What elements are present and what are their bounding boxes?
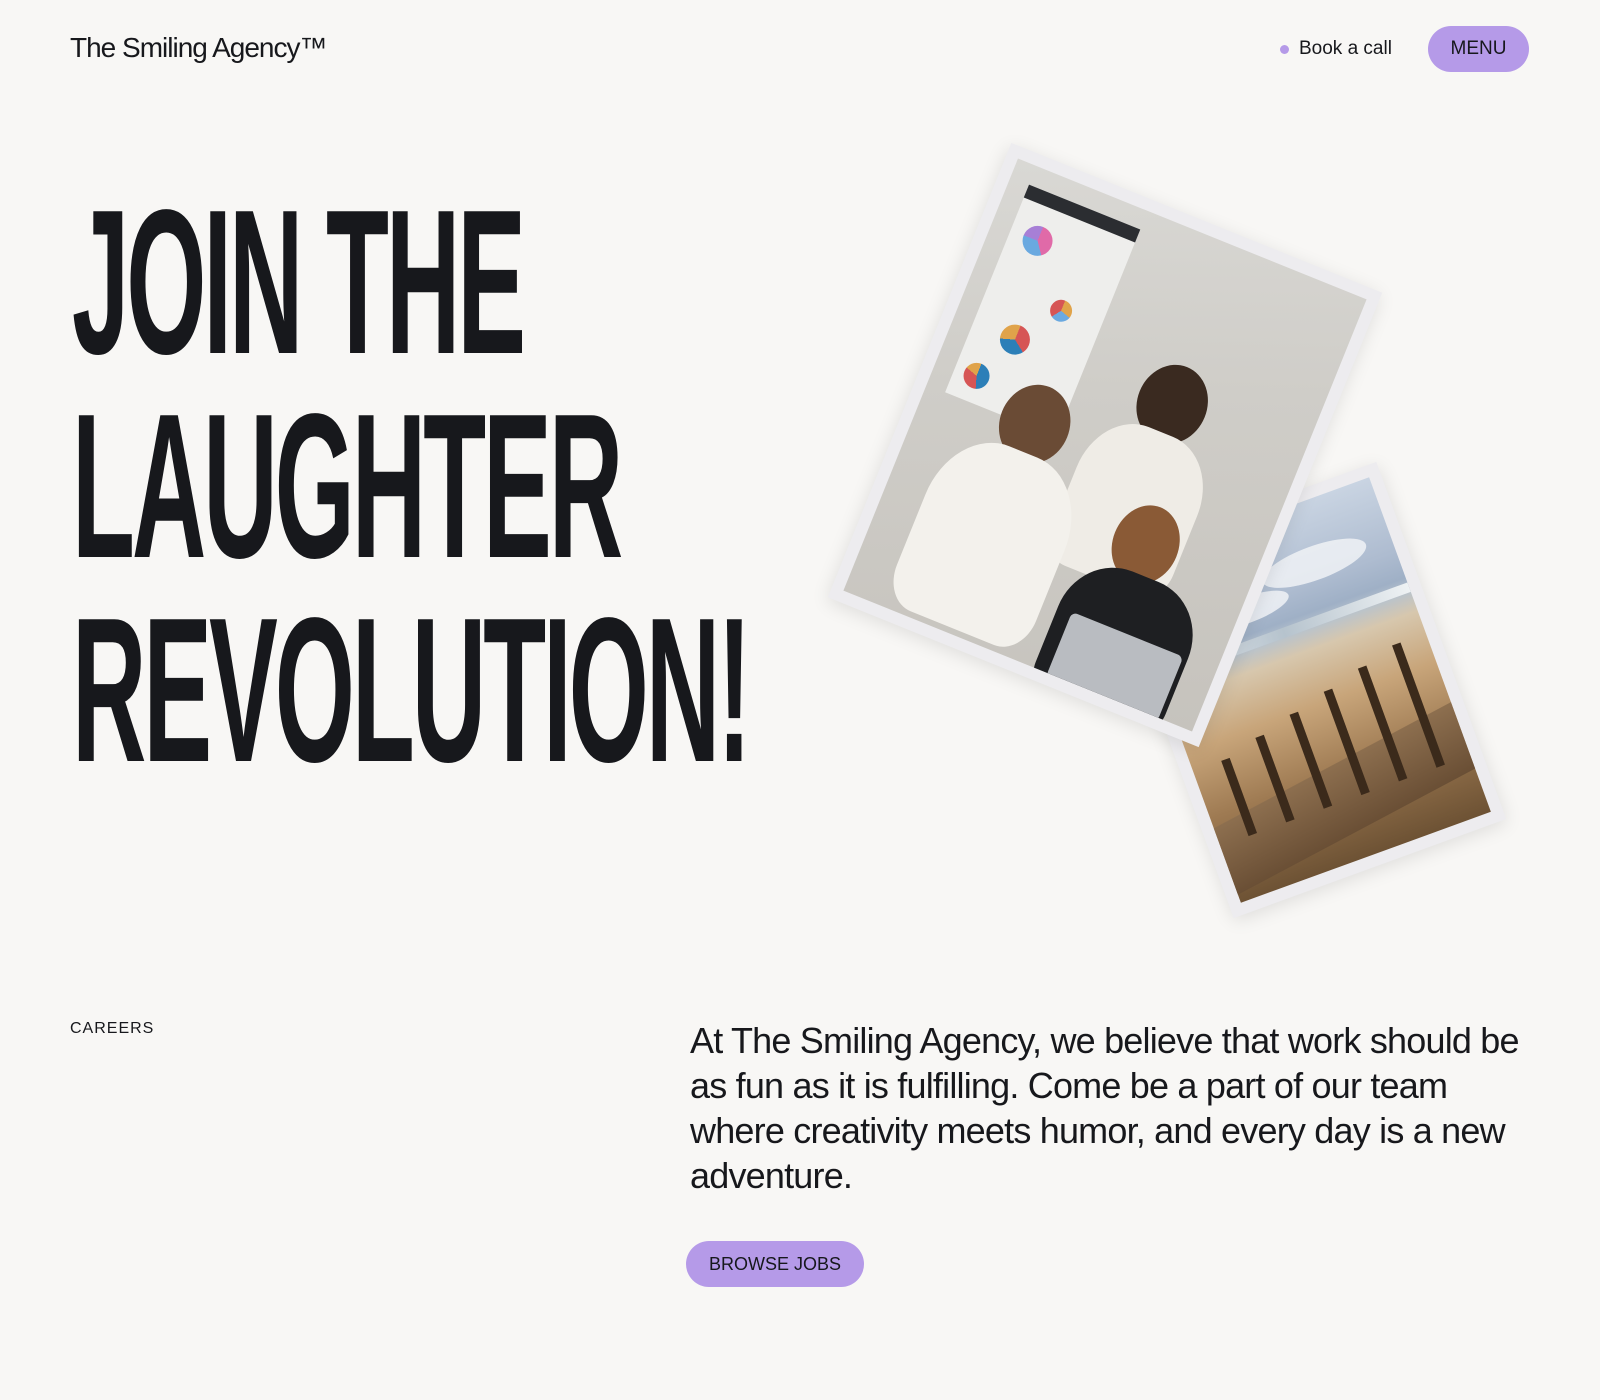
pie-chart-icon: [1046, 296, 1076, 326]
headline-line-1: JOIN THE: [72, 167, 526, 397]
book-call-label: Book a call: [1299, 38, 1392, 59]
careers-intro-text: At The Smiling Agency, we believe that w…: [690, 1020, 1520, 1196]
hero-headline: JOIN THE LAUGHTER REVOLUTION!: [72, 167, 752, 805]
browse-jobs-button[interactable]: BROWSE JOBS: [686, 1241, 864, 1287]
status-dot-icon: [1280, 44, 1289, 54]
book-call-link[interactable]: Book a call: [1280, 36, 1392, 62]
headline-line-2: LAUGHTER: [72, 371, 623, 601]
section-label: CAREERS: [70, 1020, 155, 1037]
pie-chart-icon: [995, 320, 1035, 360]
menu-button[interactable]: MENU: [1428, 26, 1529, 72]
brand-logo[interactable]: The Smiling Agency™: [70, 30, 327, 66]
headline-line-3: REVOLUTION!: [72, 575, 752, 805]
pie-chart-icon: [959, 358, 994, 393]
pie-chart-icon: [1018, 221, 1058, 261]
